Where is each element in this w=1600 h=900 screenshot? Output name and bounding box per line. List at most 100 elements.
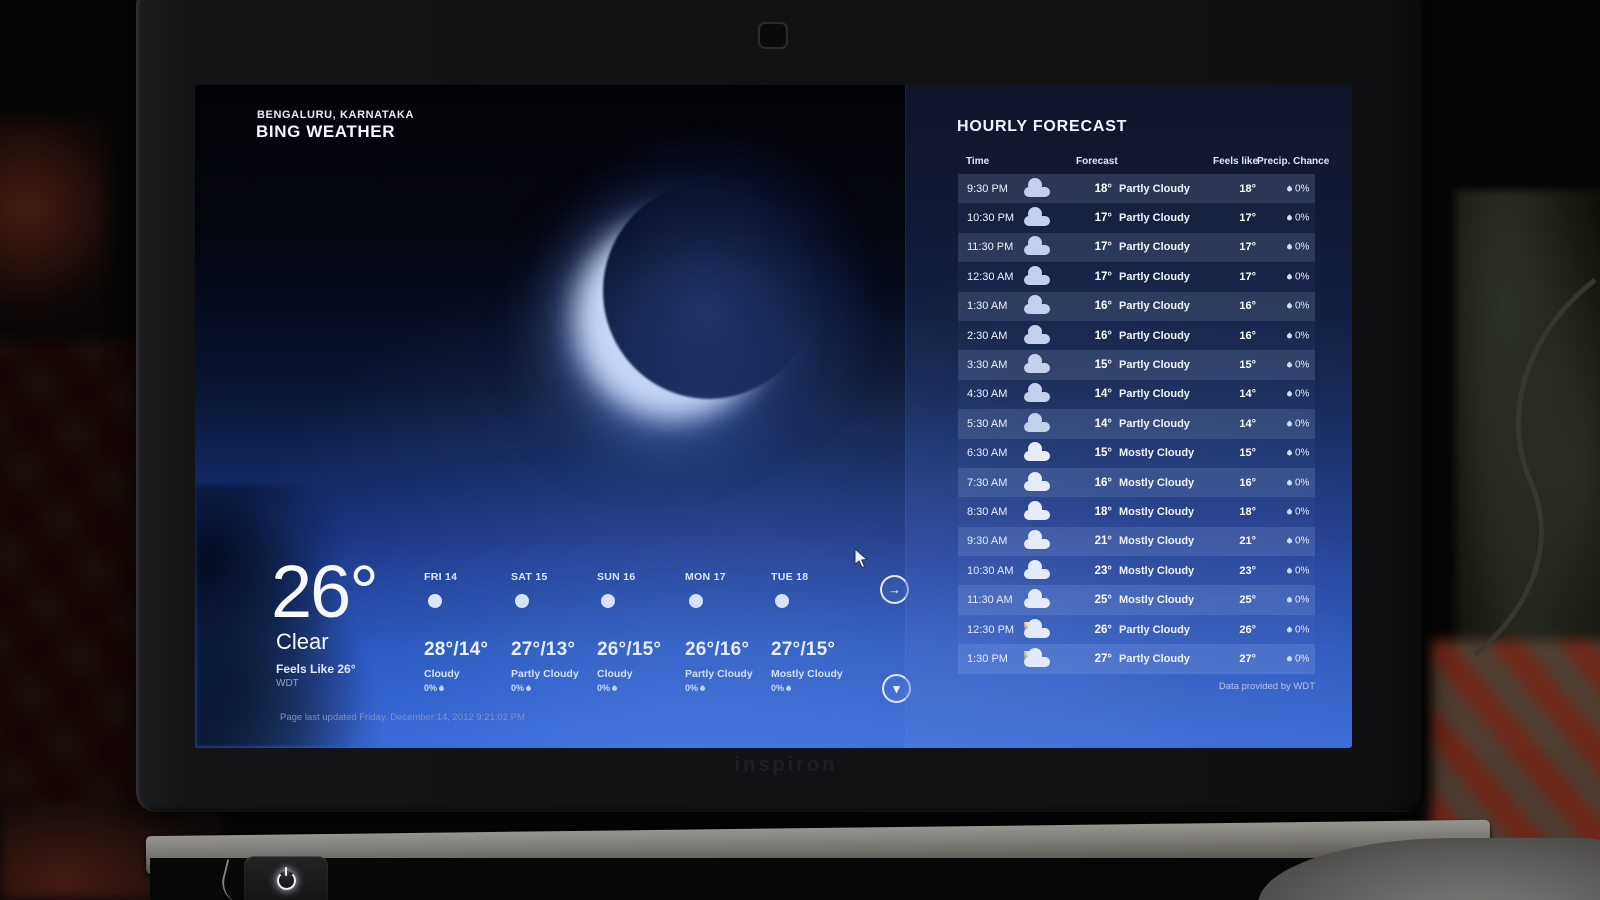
hour-precip: 0%: [1287, 242, 1309, 253]
hour-temp: 21°: [1054, 535, 1112, 547]
day-label: FRI 14: [424, 571, 508, 583]
hour-temp: 16°: [1054, 477, 1112, 489]
hour-condition-icon: [1024, 504, 1050, 520]
laptop-brand-logo: inspiron: [726, 754, 846, 777]
hour-time: 3:30 AM: [967, 359, 1007, 371]
column-forecast: Forecast: [1076, 156, 1118, 167]
day-label: MON 17: [685, 571, 769, 583]
hourly-row: 6:30 AM 15° Mostly Cloudy 15° 0%: [958, 439, 1315, 468]
hour-temp: 18°: [1054, 506, 1112, 518]
hour-time: 4:30 AM: [967, 388, 1007, 400]
hour-condition: Mostly Cloudy: [1119, 565, 1194, 577]
column-time: Time: [966, 156, 989, 167]
screen: BENGALURU, KARNATAKA BING WEATHER 26° Cl…: [195, 85, 1352, 748]
hour-temp: 15°: [1054, 359, 1112, 371]
day-precip: 0%: [771, 683, 855, 693]
hour-temp: 18°: [1054, 183, 1112, 195]
hourly-row: 8:30 AM 18° Mostly Cloudy 18° 0%: [958, 497, 1315, 526]
raindrop-icon: [1286, 508, 1293, 515]
hour-feels-like: 14°: [1224, 388, 1256, 400]
hour-time: 2:30 AM: [967, 330, 1007, 342]
raindrop-icon: [1286, 332, 1293, 339]
hourly-row: 5:30 AM 14° Partly Cloudy 14° 0%: [958, 409, 1315, 438]
raindrop-icon: [1286, 244, 1293, 251]
raindrop-icon: [1286, 185, 1293, 192]
mouse-cursor: [854, 548, 870, 575]
hour-feels-like: 14°: [1224, 418, 1256, 430]
hour-temp: 16°: [1054, 330, 1112, 342]
raindrop-icon: [1286, 538, 1293, 545]
hour-temp: 23°: [1054, 565, 1112, 577]
raindrop-icon: [611, 684, 618, 691]
day-precip: 0%: [511, 683, 595, 693]
hour-condition: Mostly Cloudy: [1119, 477, 1194, 489]
hour-precip: 0%: [1287, 624, 1309, 635]
hour-precip: 0%: [1287, 565, 1309, 576]
day-condition: Cloudy: [597, 668, 681, 680]
hour-precip: 0%: [1287, 595, 1309, 606]
daily-forecast-tile[interactable]: FRI 14 28°/14° Cloudy 0%: [424, 571, 508, 693]
day-condition: Partly Cloudy: [685, 668, 769, 680]
raindrop-icon: [1286, 420, 1293, 427]
hour-feels-like: 25°: [1224, 594, 1256, 606]
hourly-row: 11:30 PM 17° Partly Cloudy 17° 0%: [958, 233, 1315, 262]
raindrop-icon: [1286, 391, 1293, 398]
hour-temp: 17°: [1054, 212, 1112, 224]
hour-feels-like: 23°: [1224, 565, 1256, 577]
daily-forecast-tile[interactable]: MON 17 26°/16° Partly Cloudy 0%: [685, 571, 769, 693]
current-temperature: 26°: [271, 555, 377, 629]
daily-forecast-tile[interactable]: TUE 18 27°/15° Mostly Cloudy 0%: [771, 571, 855, 693]
hour-feels-like: 15°: [1224, 359, 1256, 371]
hour-temp: 27°: [1054, 653, 1112, 665]
current-condition: Clear: [276, 629, 329, 655]
hour-condition: Partly Cloudy: [1119, 183, 1190, 195]
raindrop-icon: [1286, 303, 1293, 310]
hour-temp: 16°: [1054, 300, 1112, 312]
raindrop-icon: [1286, 597, 1293, 604]
hour-feels-like: 15°: [1224, 447, 1256, 459]
hour-condition: Partly Cloudy: [1119, 653, 1190, 665]
hour-precip: 0%: [1287, 389, 1309, 400]
hour-condition-icon: [1024, 533, 1050, 549]
hour-time: 10:30 PM: [967, 212, 1014, 224]
hour-condition-icon: [1024, 475, 1050, 491]
hourly-row: 10:30 AM 23° Mostly Cloudy 23° 0%: [958, 556, 1315, 585]
power-button[interactable]: [244, 856, 328, 900]
raindrop-icon: [699, 684, 706, 691]
hourly-row: 11:30 AM 25° Mostly Cloudy 25° 0%: [958, 585, 1315, 614]
hour-condition-icon: [1024, 298, 1050, 314]
hour-condition-icon: [1024, 622, 1050, 638]
hour-precip: 0%: [1287, 477, 1309, 488]
hour-temp: 26°: [1054, 624, 1112, 636]
raindrop-icon: [1286, 273, 1293, 280]
hour-time: 11:30 AM: [967, 594, 1013, 606]
daily-forecast-tile[interactable]: SUN 16 26°/15° Cloudy 0%: [597, 571, 681, 693]
hour-feels-like: 16°: [1224, 477, 1256, 489]
hourly-row: 12:30 PM 26° Partly Cloudy 26° 0%: [958, 615, 1315, 644]
hour-temp: 25°: [1054, 594, 1112, 606]
raindrop-icon: [525, 684, 532, 691]
hour-condition-icon: [1024, 269, 1050, 285]
day-condition: Partly Cloudy: [511, 668, 595, 680]
hour-time: 10:30 AM: [967, 565, 1013, 577]
hour-condition-icon: [1024, 181, 1050, 197]
hour-time: 6:30 AM: [967, 447, 1007, 459]
hour-precip: 0%: [1287, 653, 1309, 664]
hour-precip: 0%: [1287, 213, 1309, 224]
high-low-temps: 28°/14°: [424, 639, 508, 661]
hour-precip: 0%: [1287, 271, 1309, 282]
hourly-row: 7:30 AM 16° Mostly Cloudy 16° 0%: [958, 468, 1315, 497]
day-label: SUN 16: [597, 571, 681, 583]
high-low-temps: 27°/15°: [771, 639, 855, 661]
hour-precip: 0%: [1287, 448, 1309, 459]
hour-feels-like: 26°: [1224, 624, 1256, 636]
webcam: [758, 22, 788, 49]
hourly-row: 1:30 PM 27° Partly Cloudy 27° 0%: [958, 644, 1315, 673]
hour-condition: Mostly Cloudy: [1119, 535, 1194, 547]
power-icon: [277, 871, 296, 890]
daily-forecast-tile[interactable]: SAT 15 27°/13° Partly Cloudy 0%: [511, 571, 595, 693]
high-low-temps: 27°/13°: [511, 639, 595, 661]
hour-condition: Partly Cloudy: [1119, 241, 1190, 253]
hourly-rows[interactable]: 9:30 PM 18° Partly Cloudy 18° 0% 10:30 P…: [958, 174, 1315, 674]
day-condition: Cloudy: [424, 668, 508, 680]
